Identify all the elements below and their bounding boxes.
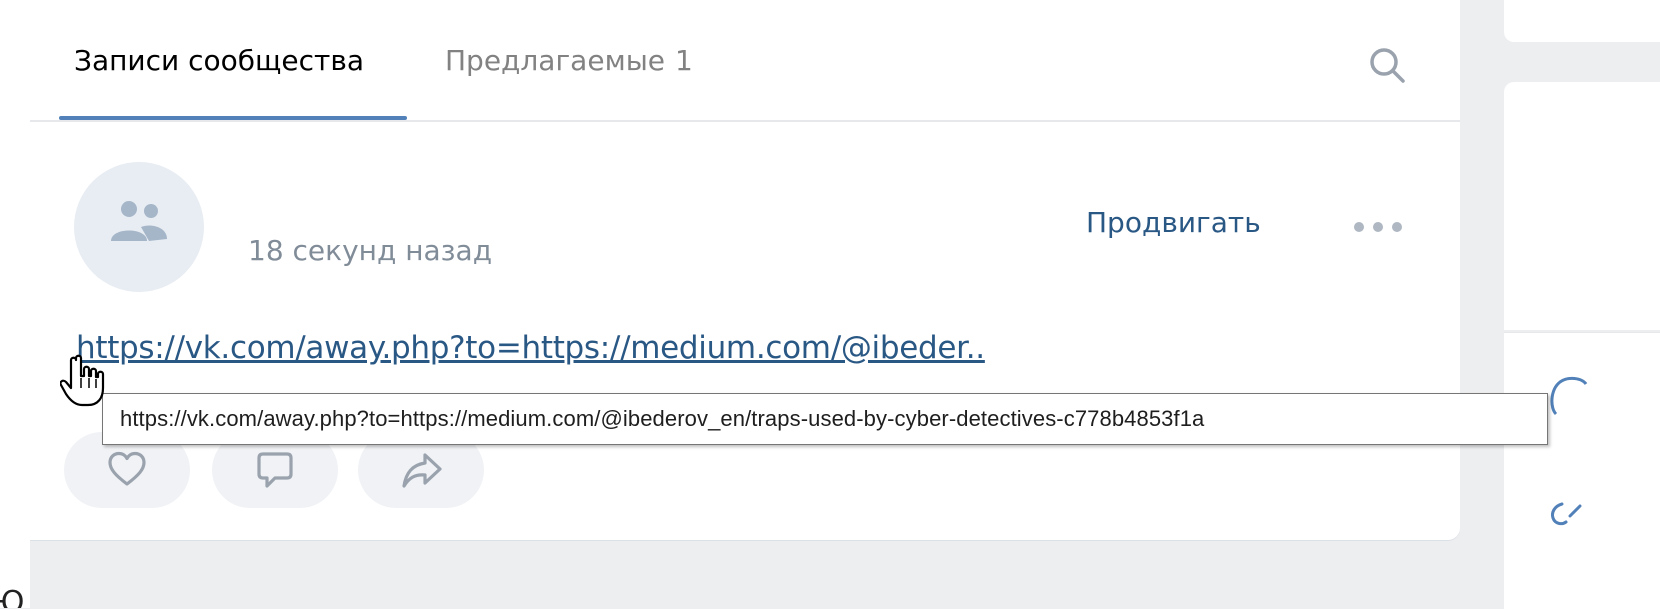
- active-tab-indicator: [59, 116, 407, 120]
- cropped-text-fragment: Ю: [0, 586, 25, 609]
- right-block-top: [1504, 0, 1660, 42]
- right-panel-icon[interactable]: [1548, 372, 1588, 442]
- tooltip-text: https://vk.com/away.php?to=https://mediu…: [120, 406, 1205, 431]
- promote-button[interactable]: Продвигать: [1086, 206, 1261, 239]
- heart-icon: [108, 451, 146, 486]
- right-block-middle: [1504, 82, 1660, 330]
- wall-tabs: Записи сообщества Предлагаемые 1: [30, 0, 1460, 122]
- hand-cursor-icon: [60, 354, 105, 407]
- left-column-edge: [0, 0, 30, 608]
- wall-card: Записи сообщества Предлагаемые 1 18 секун…: [30, 0, 1460, 540]
- search-icon[interactable]: [1366, 44, 1410, 88]
- right-link-icon[interactable]: [1546, 494, 1586, 534]
- community-avatar[interactable]: [74, 162, 204, 292]
- community-icon: [111, 201, 167, 241]
- tab-suggested-posts[interactable]: Предлагаемые 1: [445, 44, 693, 77]
- post-timestamp[interactable]: 18 секунд назад: [248, 234, 492, 267]
- tab-suggested-label: Предлагаемые: [445, 44, 666, 77]
- share-icon: [402, 453, 442, 488]
- post-link[interactable]: https://vk.com/away.php?to=https://mediu…: [76, 330, 985, 366]
- comment-icon: [257, 452, 293, 488]
- suggested-count-badge: 1: [675, 44, 693, 77]
- link-tooltip: https://vk.com/away.php?to=https://mediu…: [102, 393, 1548, 445]
- more-icon[interactable]: [1354, 222, 1402, 234]
- tab-community-posts[interactable]: Записи сообщества: [74, 44, 364, 77]
